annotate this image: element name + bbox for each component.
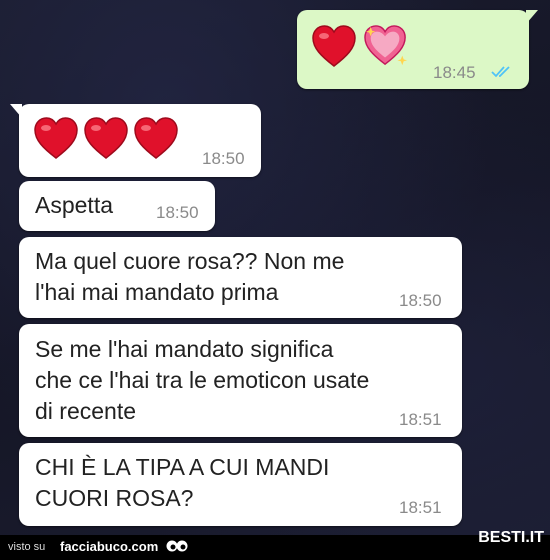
message-time: 18:50 <box>202 149 245 168</box>
message-text: Aspetta <box>35 192 113 218</box>
message-time: 18:50 <box>156 203 199 222</box>
site-label: facciabuco.com <box>60 539 159 554</box>
read-double-tick-icon <box>491 66 510 78</box>
red-heart-icon <box>34 117 78 159</box>
sparkling-pink-heart-icon <box>364 25 408 66</box>
googly-eyes-icon <box>166 540 188 552</box>
red-heart-icon <box>134 117 178 159</box>
incoming-message[interactable]: CHI È LA TIPA A CUI MANDI CUORI ROSA? 18… <box>19 443 462 526</box>
message-time: 18:51 <box>399 498 442 517</box>
visto-su-label: visto su <box>8 541 46 553</box>
incoming-message[interactable]: Se me l'hai mandato significa che ce l'h… <box>19 324 462 437</box>
red-heart-icon <box>84 117 128 159</box>
incoming-message[interactable]: Ma quel cuore rosa?? Non me l'hai mai ma… <box>19 237 462 318</box>
incoming-message[interactable]: Aspetta 18:50 <box>19 181 215 231</box>
emoji-row <box>33 116 179 160</box>
brand-label: BESTI.IT <box>478 529 544 546</box>
message-time: 18:50 <box>399 291 442 310</box>
red-heart-icon <box>312 25 356 67</box>
message-text: Se me l'hai mandato significa che ce l'h… <box>35 336 370 424</box>
message-text: CHI È LA TIPA A CUI MANDI CUORI ROSA? <box>35 454 330 511</box>
emoji-row <box>311 24 411 68</box>
watermark-footer: visto su facciabuco.com BESTI.IT <box>0 529 550 560</box>
outgoing-message-hearts[interactable]: 18:45 <box>297 10 538 89</box>
message-text: Ma quel cuore rosa?? Non me l'hai mai ma… <box>35 248 345 305</box>
incoming-message-hearts[interactable]: 18:50 <box>10 104 261 177</box>
message-time: 18:45 <box>433 63 476 82</box>
message-time: 18:51 <box>399 410 442 429</box>
